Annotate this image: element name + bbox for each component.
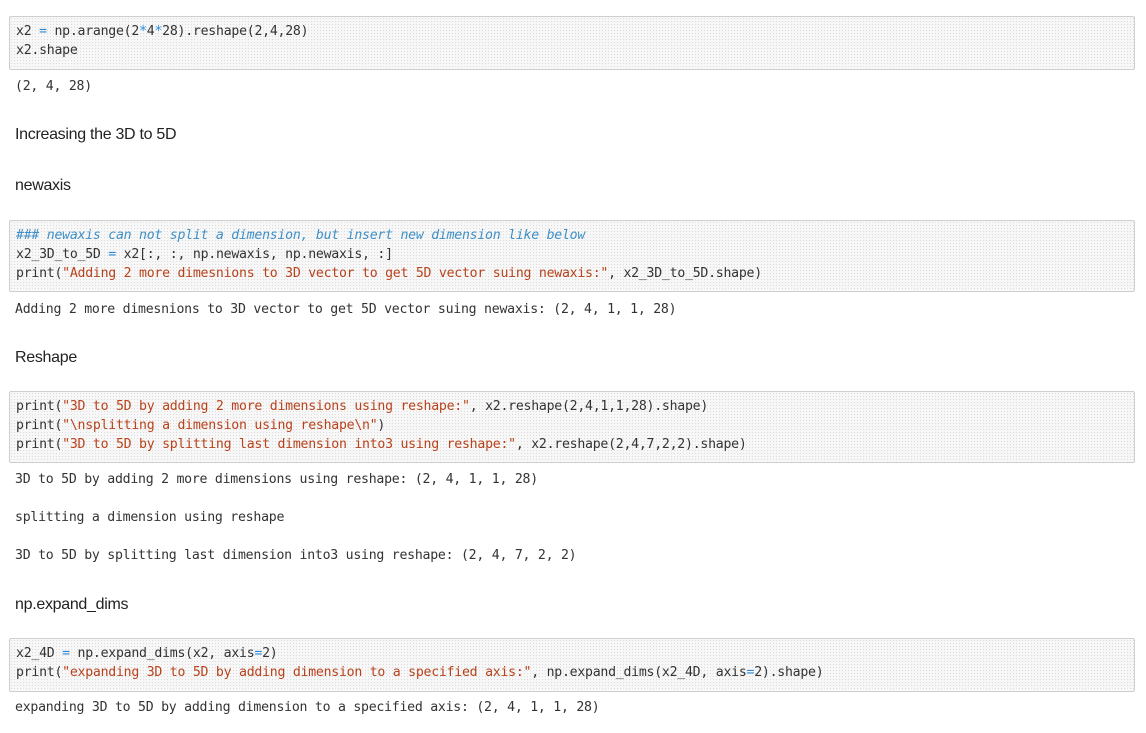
code-line: x2 = np.arange(2*4*28).reshape(2,4,28)	[16, 22, 1128, 41]
code-line: print("3D to 5D by splitting last dimens…	[16, 435, 1128, 454]
code-token-plain: x2	[16, 24, 40, 39]
output-newaxis: Adding 2 more dimesnions to 3D vector to…	[15, 302, 677, 317]
code-cell-expand-dims[interactable]: x2_4D = np.expand_dims(x2, axis=2) print(…	[9, 638, 1135, 692]
code-token-plain: print(	[16, 437, 63, 452]
code-cell-newaxis[interactable]: ### newaxis can not split a dimension, b…	[9, 220, 1135, 292]
code-token-plain: , x2.reshape(2,4,7,2,2).shape)	[515, 437, 747, 452]
code-cell-reshape[interactable]: print("3D to 5D by adding 2 more dimensi…	[9, 391, 1135, 463]
code-token-str: "\nsplitting a dimension using reshape\n…	[62, 418, 378, 433]
output-reshape-adding: 3D to 5D by adding 2 more dimensions usi…	[15, 472, 538, 487]
code-token-plain: print(	[16, 266, 63, 281]
code-token-plain: print(	[16, 418, 63, 433]
code-line: x2_3D_to_5D = x2[:, :, np.newaxis, np.ne…	[16, 245, 1128, 264]
code-line: print("Adding 2 more dimesnions to 3D ve…	[16, 264, 1128, 283]
code-token-op: =	[108, 247, 116, 262]
code-token-plain: x2[:, :, np.newaxis, np.newaxis, :]	[115, 247, 393, 262]
code-token-plain: print(	[16, 665, 63, 680]
code-line: print("expanding 3D to 5D by adding dime…	[16, 663, 1128, 682]
code-line: x2_4D = np.expand_dims(x2, axis=2)	[16, 644, 1128, 663]
code-token-str: "3D to 5D by adding 2 more dimensions us…	[62, 399, 470, 414]
code-token-plain: )	[377, 418, 386, 433]
code-cell-arange[interactable]: x2 = np.arange(2*4*28).reshape(2,4,28) x2…	[9, 16, 1135, 70]
code-token-plain: np.arange(2	[46, 24, 140, 39]
markdown-reshape: Reshape	[15, 349, 77, 366]
code-token-plain: , np.expand_dims(x2_4D, axis	[531, 665, 747, 680]
code-token-plain: x2_4D	[16, 646, 63, 661]
code-token-op: =	[254, 646, 263, 661]
code-token-plain: np.expand_dims(x2, axis	[69, 646, 255, 661]
code-token-plain: x2_3D_to_5D	[16, 247, 109, 262]
output-expand-dims: expanding 3D to 5D by adding dimension t…	[15, 700, 600, 715]
output-reshape-splitting-label: splitting a dimension using reshape	[15, 510, 285, 525]
code-token-plain: x2.shape	[16, 43, 78, 58]
code-token-plain: print(	[16, 399, 63, 414]
code-line: print("\nsplitting a dimension using res…	[16, 416, 1128, 435]
code-token-plain: 28).reshape(2,4,28)	[162, 24, 309, 39]
markdown-newaxis: newaxis	[15, 177, 71, 194]
code-token-plain: 2)	[262, 646, 278, 661]
code-token-comment: ### newaxis can not split a dimension, b…	[16, 228, 586, 243]
code-token-plain: , x2.reshape(2,4,1,1,28).shape)	[469, 399, 709, 414]
code-token-str: "expanding 3D to 5D by adding dimension …	[62, 665, 532, 680]
output-shape: (2, 4, 28)	[15, 79, 92, 94]
markdown-expand-dims: np.expand_dims	[15, 596, 129, 613]
code-line: x2.shape	[16, 41, 1128, 60]
output-reshape-splitting: 3D to 5D by splitting last dimension int…	[15, 548, 577, 563]
code-token-op: =	[39, 24, 47, 39]
code-token-plain: 2).shape)	[754, 665, 824, 680]
code-line: print("3D to 5D by adding 2 more dimensi…	[16, 397, 1128, 416]
code-token-op: =	[62, 646, 70, 661]
code-token-op: *	[139, 24, 147, 39]
markdown-heading-increasing: Increasing the 3D to 5D	[15, 126, 177, 143]
code-token-str: "Adding 2 more dimesnions to 3D vector t…	[62, 266, 609, 281]
code-token-plain: , x2_3D_to_5D.shape)	[608, 266, 762, 281]
code-line: ### newaxis can not split a dimension, b…	[16, 226, 1128, 245]
code-token-str: "3D to 5D by splitting last dimension in…	[62, 437, 516, 452]
